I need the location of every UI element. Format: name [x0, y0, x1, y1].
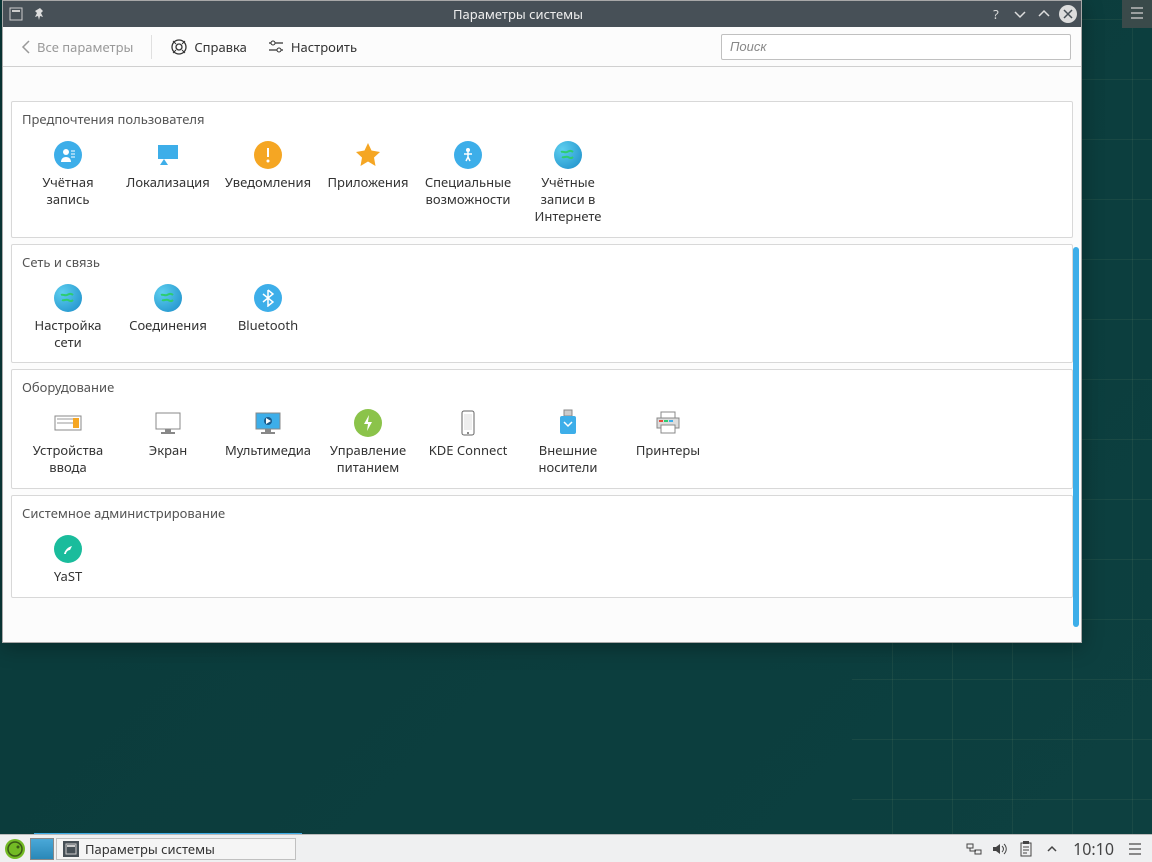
help-button-label: Справка — [194, 38, 247, 56]
item-label: Учётные записи в Интернете — [520, 174, 616, 225]
configure-button[interactable]: Настроить — [259, 34, 365, 60]
globe-icon — [54, 284, 82, 312]
item-accessibility[interactable]: Специальные возможности — [418, 134, 518, 231]
content-area: Предпочтения пользователя Учётная запись… — [3, 67, 1081, 642]
maximize-icon[interactable] — [1035, 5, 1053, 23]
printer-icon — [653, 408, 683, 438]
chevron-left-icon — [21, 40, 31, 54]
bolt-icon — [354, 409, 382, 437]
close-icon[interactable] — [1059, 5, 1077, 23]
section-header: Предпочтения пользователя — [12, 102, 1072, 134]
item-label: Соединения — [129, 317, 207, 334]
task-app-icon — [63, 841, 79, 857]
section-system-administration: Системное администрирование YaST — [11, 495, 1073, 598]
item-online-accounts[interactable]: Учётные записи в Интернете — [518, 134, 618, 231]
section-header: Сеть и связь — [12, 245, 1072, 277]
toolbar-separator — [151, 35, 152, 59]
item-bluetooth[interactable]: Bluetooth — [218, 277, 318, 357]
item-label: Локализация — [126, 174, 209, 191]
sliders-icon — [267, 38, 285, 56]
scrollbar-thumb[interactable] — [1073, 247, 1079, 627]
item-label: Уведомления — [225, 174, 311, 191]
pin-icon[interactable] — [31, 5, 49, 23]
item-label: Мультимедиа — [225, 442, 311, 459]
tray-network-icon[interactable] — [965, 840, 983, 858]
item-localization[interactable]: Локализация — [118, 134, 218, 231]
yast-icon — [54, 535, 82, 563]
start-menu-button[interactable] — [2, 837, 28, 861]
item-label: Специальные возможности — [420, 174, 516, 208]
system-tray: 10:10 — [965, 838, 1150, 860]
opensuse-logo-icon — [4, 838, 26, 860]
tray-panel-menu-icon[interactable] — [1126, 840, 1144, 858]
configure-button-label: Настроить — [291, 38, 357, 56]
virtual-desktop-pager[interactable] — [30, 838, 54, 860]
section-hardware: Оборудование Устройства ввода Экран Муль… — [11, 369, 1073, 489]
item-notifications[interactable]: Уведомления — [218, 134, 318, 231]
item-label: Устройства ввода — [20, 442, 116, 476]
item-label: Приложения — [328, 174, 409, 191]
item-display[interactable]: Экран — [118, 402, 218, 482]
back-label: Все параметры — [37, 38, 133, 56]
system-settings-window: Параметры системы ? Все параметры Справк… — [2, 0, 1082, 643]
item-power-management[interactable]: Управление питанием — [318, 402, 418, 482]
help-button[interactable]: Справка — [162, 34, 255, 60]
section-header: Оборудование — [12, 370, 1072, 402]
item-connections[interactable]: Соединения — [118, 277, 218, 357]
search-input[interactable] — [721, 34, 1071, 60]
hamburger-icon — [1130, 5, 1144, 23]
section-network: Сеть и связь Настройка сети Соединения B… — [11, 244, 1073, 364]
task-entry-system-settings[interactable]: Параметры системы — [56, 838, 296, 860]
item-input-devices[interactable]: Устройства ввода — [18, 402, 118, 482]
item-label: Управление питанием — [320, 442, 416, 476]
item-label: Экран — [149, 442, 187, 459]
back-all-settings-button[interactable]: Все параметры — [13, 34, 141, 60]
window-title: Параметры системы — [49, 5, 987, 23]
tray-expand-icon[interactable] — [1043, 840, 1061, 858]
multimedia-icon — [253, 408, 283, 438]
task-label: Параметры системы — [85, 840, 215, 858]
lifebuoy-icon — [170, 38, 188, 56]
item-network-settings[interactable]: Настройка сети — [18, 277, 118, 357]
item-label: Принтеры — [636, 442, 700, 459]
tray-clipboard-icon[interactable] — [1017, 840, 1035, 858]
item-label: Настройка сети — [20, 317, 116, 351]
tray-volume-icon[interactable] — [991, 840, 1009, 858]
item-removable-storage[interactable]: Внешние носители — [518, 402, 618, 482]
star-icon — [353, 140, 383, 170]
item-label: KDE Connect — [429, 442, 508, 459]
flag-icon — [153, 140, 183, 170]
section-user-preferences: Предпочтения пользователя Учётная запись… — [11, 101, 1073, 238]
globe-icon — [554, 141, 582, 169]
help-icon[interactable]: ? — [987, 5, 1005, 23]
item-applications[interactable]: Приложения — [318, 134, 418, 231]
bluetooth-icon — [254, 284, 282, 312]
item-yast[interactable]: YaST — [18, 528, 118, 591]
user-icon — [54, 141, 82, 169]
item-label: Bluetooth — [238, 317, 298, 334]
phone-icon — [453, 408, 483, 438]
toolbar: Все параметры Справка Настроить — [3, 27, 1081, 67]
desktop-side-panel-toggle[interactable] — [1122, 0, 1152, 28]
item-label: YaST — [54, 568, 82, 585]
tray-clock[interactable]: 10:10 — [1069, 838, 1118, 860]
item-kde-connect[interactable]: KDE Connect — [418, 402, 518, 482]
taskbar: Параметры системы 10:10 — [0, 834, 1152, 862]
item-account[interactable]: Учётная запись — [18, 134, 118, 231]
usb-drive-icon — [553, 408, 583, 438]
exclamation-icon — [254, 141, 282, 169]
titlebar: Параметры системы ? — [3, 1, 1081, 27]
item-multimedia[interactable]: Мультимедиа — [218, 402, 318, 482]
app-menu-icon[interactable] — [7, 5, 25, 23]
section-header: Системное администрирование — [12, 496, 1072, 528]
globe-icon — [154, 284, 182, 312]
item-label: Внешние носители — [520, 442, 616, 476]
item-label: Учётная запись — [20, 174, 116, 208]
keyboard-icon — [53, 408, 83, 438]
item-printers[interactable]: Принтеры — [618, 402, 718, 482]
minimize-icon[interactable] — [1011, 5, 1029, 23]
accessibility-icon — [454, 141, 482, 169]
monitor-icon — [153, 408, 183, 438]
